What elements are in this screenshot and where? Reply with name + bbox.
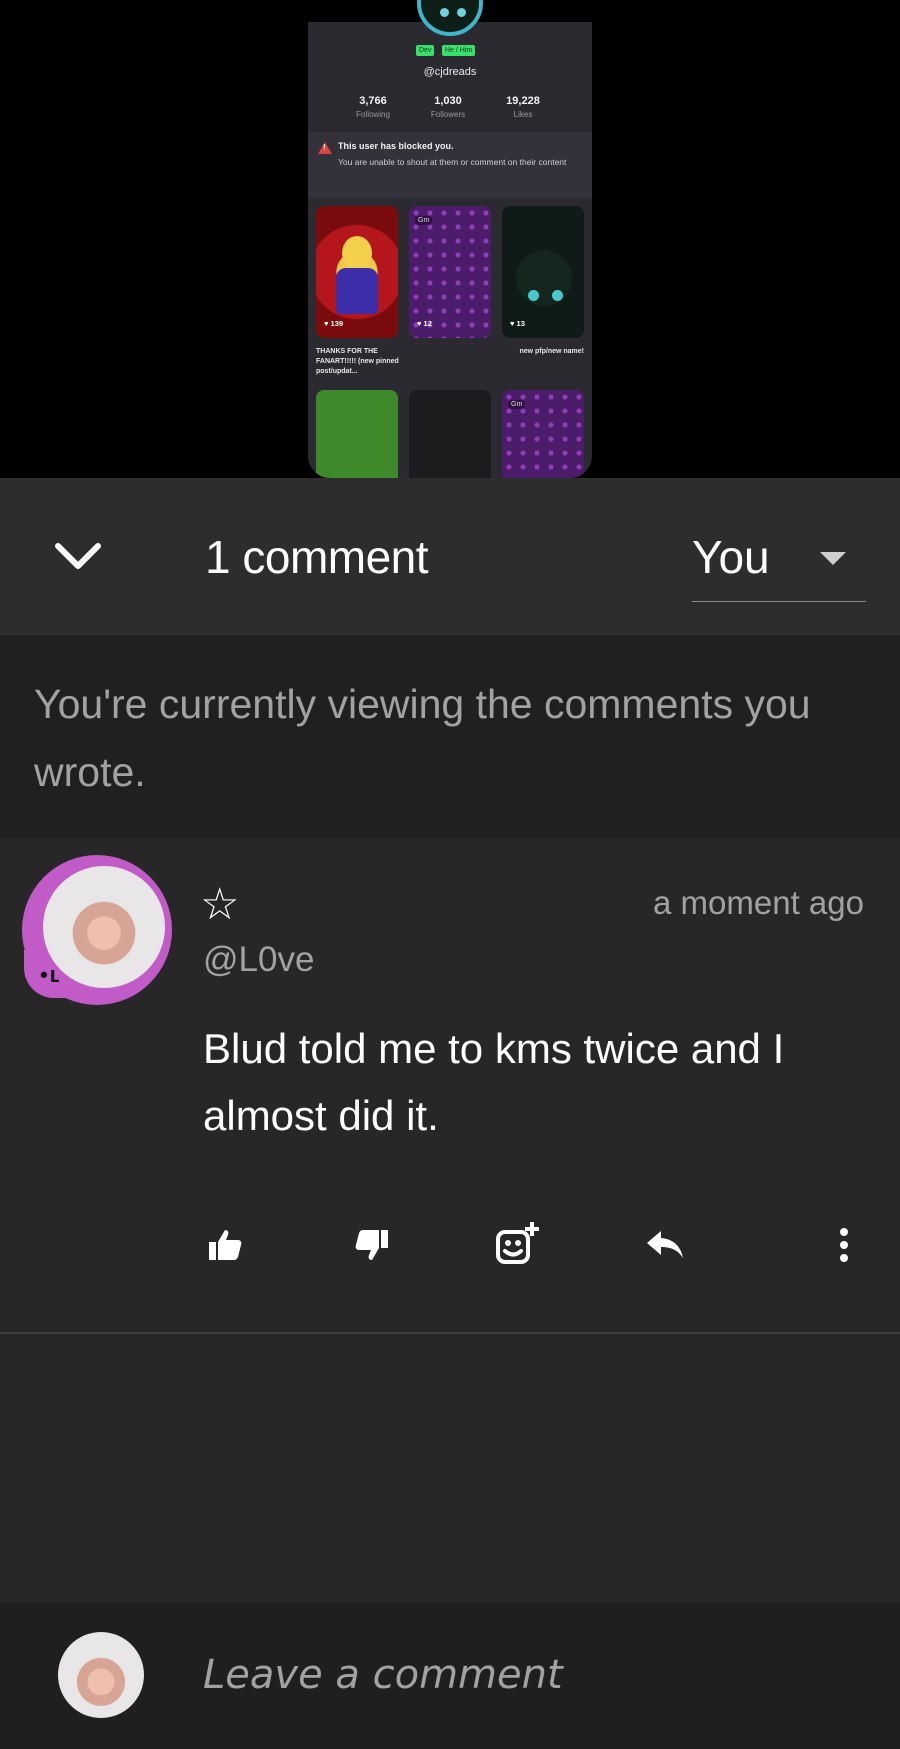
stat-following: 3,766 Following [343, 95, 403, 119]
post-likes-count: 13 [516, 319, 525, 328]
post-caption: THANKS FOR THE FANART!!!!! (new pinned p… [316, 348, 399, 375]
blocked-banner: ! This user has blocked you. You are una… [308, 132, 592, 198]
post-thumbnail [409, 390, 491, 478]
reply-icon [647, 1231, 683, 1258]
post-label: Gm [508, 400, 526, 409]
stat-value: 19,228 [506, 95, 540, 107]
stat-value: 3,766 [359, 95, 387, 107]
current-user-avatar [58, 1632, 144, 1718]
shared-screenshot: Dev He / Him @cjdreads 3,766 Following 1… [0, 0, 900, 478]
post-likes-count: 139 [330, 319, 344, 328]
blocked-title: This user has blocked you. [338, 141, 454, 151]
post-likes: ♥ 12 [417, 319, 432, 328]
stat-followers: 1,030 Followers [418, 95, 478, 119]
stat-label: Following [356, 110, 390, 119]
post-label: Gm [415, 216, 433, 225]
character-face [516, 250, 572, 306]
character-eye [528, 290, 539, 301]
add-reaction-icon [496, 1222, 539, 1264]
caret-down-icon [820, 552, 846, 565]
stat-label: Likes [513, 110, 533, 119]
comment-author[interactable]: @L0ve [203, 940, 314, 980]
reply-button[interactable] [643, 1225, 687, 1265]
more-options-icon [840, 1228, 848, 1262]
comment-text: Blud told me to kms twice and I almost d… [203, 1025, 785, 1139]
character-eye [552, 290, 563, 301]
post-likes: ♥ 139 [324, 319, 344, 328]
like-icon [209, 1230, 242, 1260]
like-button[interactable] [205, 1225, 245, 1265]
post-caption: new pfp/new name! [519, 348, 584, 355]
profile-stats: 3,766 Following 1,030 Followers 19,228 L… [343, 95, 553, 119]
tag-dev: Dev [416, 45, 435, 56]
character-head [342, 236, 372, 270]
star-badge-icon: ☆ [200, 880, 240, 929]
viewing-notice-text: You're currently viewing the comments yo… [34, 681, 811, 795]
post-thumbnail: ♥ 139 [316, 206, 398, 338]
avatar-frame-dots: •ʟ [40, 962, 62, 987]
post-likes: ♥ 13 [510, 319, 525, 328]
profile-preview: Dev He / Him @cjdreads 3,766 Following 1… [308, 0, 592, 478]
stat-likes: 19,228 Likes [493, 95, 553, 119]
filter-value: You [692, 531, 770, 583]
post-thumbnail: ♥ 13 [502, 206, 584, 338]
avatar-eye [440, 8, 449, 17]
post-likes-count: 12 [423, 319, 432, 328]
post-thumbnail: Gm [502, 390, 584, 478]
stat-value: 1,030 [434, 95, 462, 107]
character-body [336, 268, 378, 314]
add-reaction-button[interactable] [494, 1220, 542, 1268]
avatar-eye [457, 8, 466, 17]
profile-handle: @cjdreads [423, 66, 477, 78]
blocked-body: You are unable to shout at them or comme… [338, 157, 567, 167]
dislike-icon [355, 1230, 388, 1260]
chevron-down-icon [55, 543, 101, 569]
profile-avatar [417, 0, 483, 36]
post-thumbnail: Gm ♥ 12 [409, 206, 491, 338]
dislike-button[interactable] [352, 1225, 392, 1265]
comment-input[interactable] [203, 1640, 863, 1710]
collapse-button[interactable] [50, 532, 106, 582]
post-thumbnail [316, 390, 398, 478]
tag-pronouns: He / Him [442, 45, 476, 56]
comment-timestamp: a moment ago [653, 884, 864, 921]
more-options-button[interactable] [832, 1225, 856, 1265]
comment-count: 1 comment [205, 531, 429, 583]
warning-icon-mark: ! [323, 143, 326, 152]
stat-label: Followers [430, 110, 466, 119]
divider [0, 1332, 900, 1334]
